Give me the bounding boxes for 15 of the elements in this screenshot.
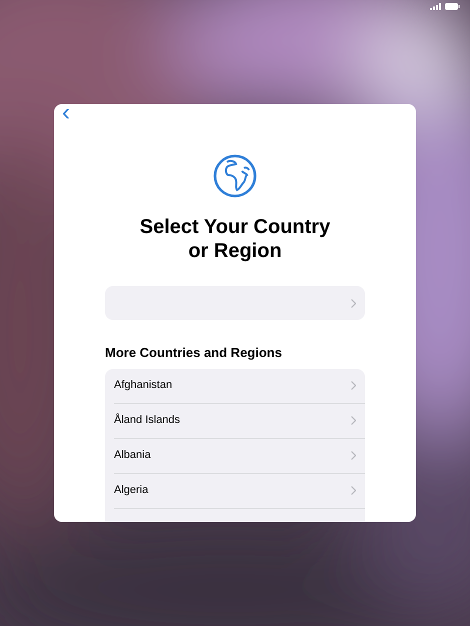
country-row[interactable]: Afghanistan: [114, 368, 365, 404]
globe-icon: [213, 154, 257, 198]
page-title: Select Your Country or Region: [138, 215, 332, 263]
chevron-icon: [351, 486, 356, 495]
chevron-icon: [351, 298, 356, 308]
back-button[interactable]: ‹: [62, 104, 70, 125]
section-header: More Countries and Regions: [105, 344, 283, 362]
battery-icon: [445, 3, 460, 10]
chevron-icon: [351, 451, 356, 460]
chevron-icon: [351, 416, 356, 425]
country-row[interactable]: Åland Islands: [114, 404, 365, 438]
country-row[interactable]: Algeria: [114, 474, 365, 508]
signal-icon: [430, 3, 442, 10]
chevron-icon: [351, 381, 356, 390]
country-row[interactable]: Albania: [114, 438, 365, 474]
